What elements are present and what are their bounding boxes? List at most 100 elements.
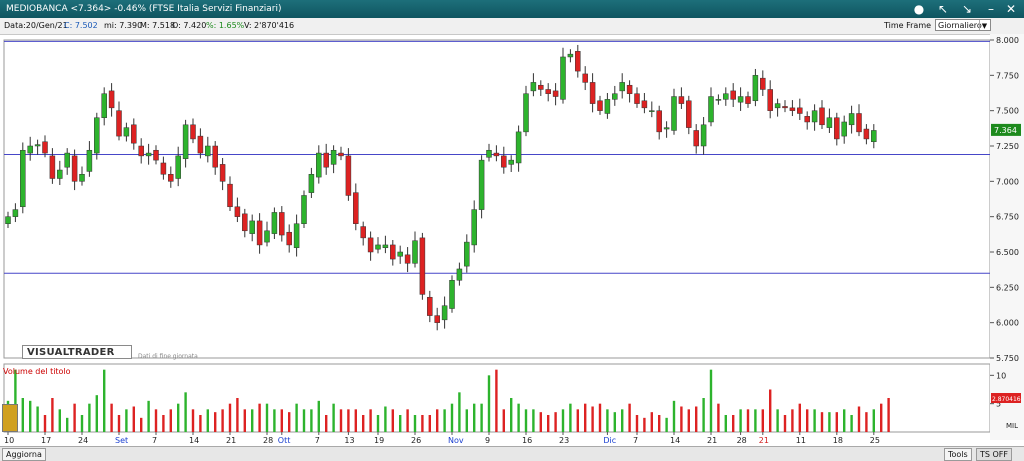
volume-bar bbox=[621, 409, 624, 432]
volume-bar bbox=[51, 398, 54, 432]
candle-up bbox=[723, 93, 729, 100]
brand-box: VISUALTRADER bbox=[22, 345, 132, 359]
candle-down bbox=[856, 113, 862, 133]
volume-bar bbox=[21, 398, 24, 432]
candle-up bbox=[752, 75, 759, 102]
price-volume-chart[interactable]: 8.000 7.750 7.500 7.250 7.000 6.750 6.500 6.250… bbox=[0, 34, 1024, 446]
volume-bar bbox=[310, 409, 313, 432]
candle-down bbox=[834, 117, 840, 140]
candle-up bbox=[101, 93, 107, 118]
candle-down bbox=[212, 145, 218, 168]
candle-down bbox=[501, 155, 507, 168]
candle-down bbox=[760, 77, 766, 90]
x-day-label: 7 bbox=[633, 436, 638, 445]
volume-bar bbox=[347, 409, 350, 432]
volume-bar bbox=[591, 406, 594, 432]
candle-down bbox=[597, 100, 603, 111]
last-price-label: 7.364 bbox=[994, 126, 1017, 135]
volume-bar bbox=[569, 403, 572, 432]
volume-bar bbox=[702, 398, 705, 432]
window-title: MEDIOBANCA <7.364> -0.46% (FTSE Italia S… bbox=[6, 4, 282, 14]
candle-up bbox=[182, 124, 189, 159]
volume-bar bbox=[228, 403, 232, 432]
volume-bar bbox=[510, 398, 513, 432]
volume-bar bbox=[658, 415, 661, 432]
volume-bar bbox=[450, 403, 454, 432]
x-day-label: 7 bbox=[152, 436, 157, 445]
pin-icon[interactable]: ● bbox=[912, 2, 926, 16]
candle-up bbox=[412, 240, 418, 264]
candle-down bbox=[367, 237, 374, 253]
candle-up bbox=[145, 152, 152, 157]
volume-bar bbox=[302, 409, 306, 432]
last-volume-label: 2.870416 bbox=[992, 396, 1021, 403]
candle-down bbox=[227, 183, 233, 208]
candle-up bbox=[604, 99, 611, 114]
panel-handle[interactable] bbox=[2, 404, 18, 432]
volume-bar bbox=[517, 403, 520, 432]
candle-up bbox=[20, 149, 26, 208]
tools-button[interactable]: Tools bbox=[944, 448, 972, 461]
ts-toggle-button[interactable]: TS OFF bbox=[976, 448, 1013, 461]
collapse-arrow-icon[interactable]: ↘ bbox=[960, 2, 974, 16]
chart-window: MEDIOBANCA <7.364> -0.46% (FTSE Italia S… bbox=[0, 0, 1024, 461]
price-tick-label: 6.000 bbox=[996, 319, 1019, 328]
volume-bar bbox=[887, 398, 890, 432]
price-tick-label: 7.500 bbox=[996, 107, 1019, 116]
volume-bar bbox=[709, 369, 713, 432]
candle-up bbox=[175, 155, 181, 179]
expand-arrow-icon[interactable]: ↖ bbox=[936, 2, 950, 16]
volume-bar bbox=[95, 395, 98, 432]
volume-bar bbox=[43, 415, 47, 432]
aggiorna-button[interactable]: Aggiorna bbox=[2, 448, 46, 461]
candle-up bbox=[737, 96, 744, 103]
time-frame-select[interactable]: Giornaliero ▼ bbox=[935, 19, 991, 31]
candle-down bbox=[190, 124, 196, 140]
volume-bar bbox=[806, 409, 809, 432]
minimize-icon[interactable]: – bbox=[984, 2, 998, 16]
candle-up bbox=[205, 145, 211, 157]
info-pct: %: 1.65% bbox=[206, 21, 245, 30]
volume-bar bbox=[295, 403, 298, 432]
x-day-label: 13 bbox=[344, 436, 354, 445]
candle-up bbox=[826, 117, 833, 128]
candle-up bbox=[330, 149, 337, 165]
x-day-label: 23 bbox=[559, 436, 569, 445]
volume-bar bbox=[643, 417, 646, 432]
volume-bar bbox=[850, 415, 853, 432]
price-tick-label: 6.250 bbox=[996, 283, 1019, 292]
candle-down bbox=[538, 84, 544, 90]
candle-up bbox=[671, 96, 677, 131]
candle-down bbox=[552, 90, 559, 97]
price-tick-label: 7.250 bbox=[996, 142, 1019, 151]
volume-bar bbox=[547, 415, 550, 432]
volume-bar bbox=[191, 409, 195, 432]
volume-bar bbox=[29, 400, 32, 432]
candle-up bbox=[264, 230, 270, 243]
volume-bar bbox=[273, 409, 276, 432]
volume-bar bbox=[576, 409, 579, 432]
candle-down bbox=[656, 110, 662, 133]
volume-bar bbox=[828, 412, 831, 432]
candle-up bbox=[486, 149, 492, 158]
volume-bar bbox=[332, 403, 335, 432]
candle-down bbox=[589, 82, 596, 104]
volume-bar bbox=[650, 412, 653, 432]
candle-up bbox=[123, 127, 130, 137]
volume-bar bbox=[154, 409, 158, 432]
x-day-label: 26 bbox=[411, 436, 421, 445]
volume-bar bbox=[147, 400, 150, 432]
volume-bar bbox=[835, 412, 838, 432]
volume-bar bbox=[339, 409, 343, 432]
candle-up bbox=[57, 169, 63, 179]
volume-bar bbox=[280, 409, 283, 432]
close-icon[interactable]: ✕ bbox=[1004, 2, 1018, 16]
info-close: C: 7.502 bbox=[64, 21, 98, 30]
info-bar: Data:20/Gen/21 C: 7.502 mi: 7.390 M: 7.5… bbox=[0, 18, 1024, 35]
volume-bar bbox=[717, 403, 720, 432]
candle-down bbox=[323, 152, 329, 168]
price-tick-label: 5.750 bbox=[996, 354, 1019, 363]
candle-down bbox=[234, 206, 241, 217]
candle-down bbox=[789, 107, 796, 111]
candle-up bbox=[649, 110, 655, 112]
